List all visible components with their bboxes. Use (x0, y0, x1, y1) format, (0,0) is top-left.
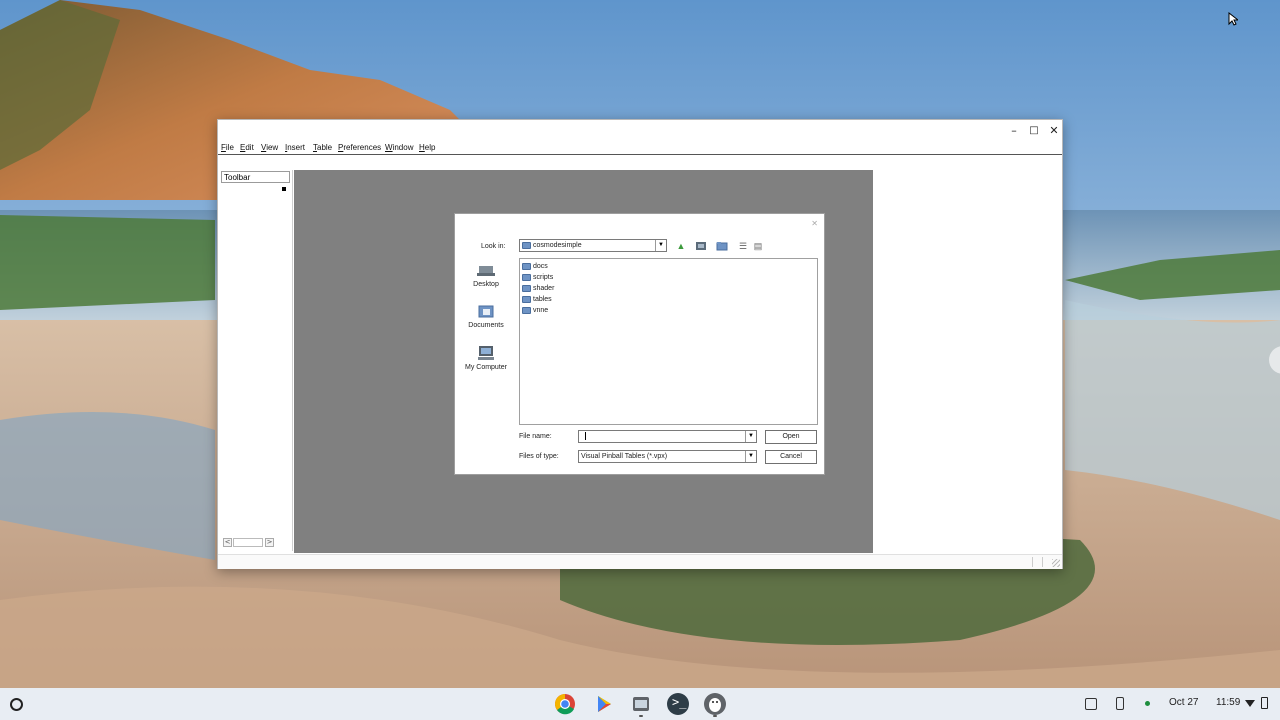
list-item[interactable]: shader (522, 283, 554, 294)
wifi-icon[interactable] (1245, 698, 1255, 711)
place-label: Desktop (473, 281, 499, 288)
documents-icon (478, 305, 494, 318)
folder-icon (522, 306, 531, 314)
open-file-dialog: ✕ Look in: cosmodesimple ▼ ▲ ☰ ▤ Desktop… (454, 213, 825, 475)
file-name-input[interactable]: ▼ (578, 430, 757, 443)
toolbar-panel: Toolbar < > (219, 170, 290, 551)
status-separator (1032, 557, 1033, 567)
status-separator (1042, 557, 1043, 567)
time-display[interactable]: 11:59 (1216, 697, 1240, 708)
scroll-left-button[interactable]: < (223, 538, 232, 547)
menu-file[interactable]: File (221, 143, 234, 152)
menu-table[interactable]: Table (313, 143, 332, 152)
status-dot-icon (1145, 701, 1150, 706)
files-of-type-select[interactable]: Visual Pinball Tables (*.vpx) ▼ (578, 450, 757, 463)
folder-icon (522, 273, 531, 281)
menu-edit[interactable]: Edit (240, 143, 254, 152)
panel-divider[interactable] (292, 170, 293, 551)
menu-insert[interactable]: Insert (285, 143, 305, 152)
chevron-down-icon[interactable]: ▼ (745, 431, 756, 442)
list-view-icon[interactable]: ☰ (737, 240, 749, 252)
chromeos-shelf: >_ Oct 27 11:59 (0, 688, 1280, 720)
battery-icon[interactable] (1261, 697, 1268, 709)
menu-bar: File Edit View Insert Table Preferences … (218, 142, 1062, 155)
files-app-icon[interactable] (630, 693, 652, 715)
chrome-icon[interactable] (554, 693, 576, 715)
files-of-type-label: Files of type: (519, 453, 559, 460)
toolbar-horizontal-scrollbar[interactable]: < > (223, 538, 277, 547)
up-folder-icon[interactable]: ▲ (675, 240, 687, 252)
look-in-value: cosmodesimple (533, 242, 582, 249)
scroll-thumb[interactable] (233, 538, 263, 547)
properties-area (873, 170, 1061, 553)
folder-icon (522, 262, 531, 270)
play-store-icon[interactable] (593, 693, 615, 715)
maximize-button[interactable]: □ (1026, 123, 1042, 139)
menu-view[interactable]: View (261, 143, 278, 152)
place-label: Documents (468, 322, 504, 329)
computer-icon (478, 346, 494, 360)
place-documents[interactable]: Documents (461, 304, 511, 329)
place-my-computer[interactable]: My Computer (461, 346, 511, 371)
details-view-icon[interactable]: ▤ (752, 240, 764, 252)
folder-icon (522, 241, 531, 249)
list-item[interactable]: scripts (522, 272, 553, 283)
toolbar-panel-title: Toolbar (221, 171, 290, 183)
terminal-icon[interactable]: >_ (667, 693, 689, 715)
text-caret (585, 432, 586, 441)
menu-window[interactable]: Window (385, 143, 413, 152)
menu-preferences[interactable]: Preferences (338, 143, 381, 152)
screen-capture-icon[interactable] (1085, 698, 1097, 710)
running-indicator (713, 715, 717, 717)
chevron-down-icon[interactable]: ▼ (655, 240, 666, 251)
window-titlebar[interactable]: – □ ✕ (218, 120, 1062, 142)
place-label: My Computer (464, 364, 507, 371)
launcher-circle-icon[interactable] (10, 698, 23, 711)
menu-help[interactable]: Help (419, 143, 435, 152)
dialog-close-button[interactable]: ✕ (811, 219, 818, 228)
close-button[interactable]: ✕ (1046, 123, 1062, 139)
resize-grip-icon[interactable] (1052, 559, 1060, 567)
look-in-label: Look in: (481, 243, 506, 250)
folder-icon (522, 295, 531, 303)
date-display[interactable]: Oct 27 (1169, 697, 1198, 708)
chevron-down-icon[interactable]: ▼ (745, 451, 756, 462)
toolbar-marker-icon (282, 187, 286, 191)
list-item[interactable]: tables (522, 294, 552, 305)
open-button[interactable]: Open (765, 430, 817, 444)
look-in-combobox[interactable]: cosmodesimple ▼ (519, 239, 667, 252)
list-item[interactable]: vnne (522, 305, 548, 316)
phone-hub-icon[interactable] (1116, 697, 1124, 710)
place-desktop[interactable]: Desktop (461, 263, 511, 288)
minimize-button[interactable]: – (1006, 123, 1022, 139)
file-list[interactable]: docs scripts shader tables vnne (519, 258, 818, 425)
mouse-cursor (1228, 11, 1240, 29)
home-icon[interactable] (695, 240, 707, 252)
new-folder-icon[interactable] (716, 240, 728, 252)
folder-icon (522, 284, 531, 292)
scroll-right-button[interactable]: > (265, 538, 274, 547)
file-name-label: File name: (519, 433, 552, 440)
running-indicator (639, 715, 643, 717)
status-bar (218, 554, 1062, 569)
desktop-icon (477, 266, 495, 276)
linux-penguin-icon[interactable] (704, 693, 726, 715)
cancel-button[interactable]: Cancel (765, 450, 817, 464)
list-item[interactable]: docs (522, 261, 548, 272)
